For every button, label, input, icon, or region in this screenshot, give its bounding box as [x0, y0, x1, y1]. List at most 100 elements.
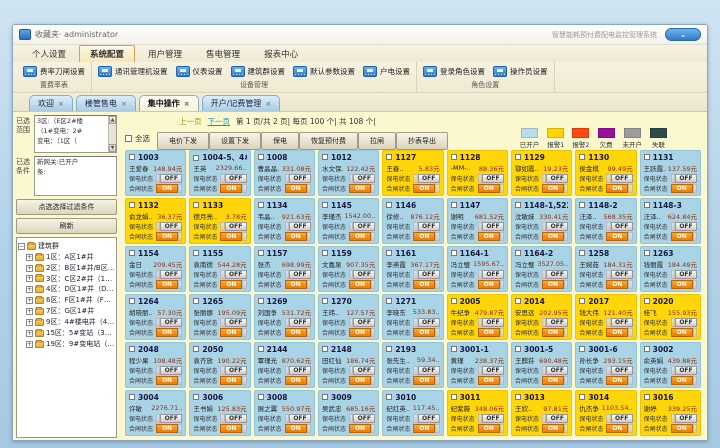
switch-on-button[interactable]: ON	[478, 184, 500, 193]
window-menu-button[interactable]: ⌄	[665, 28, 701, 41]
room-checkbox[interactable]	[258, 250, 264, 256]
expand-icon[interactable]: +	[26, 297, 33, 304]
protect-off-button[interactable]: OFF	[289, 366, 311, 375]
protect-off-button[interactable]: OFF	[675, 414, 697, 423]
expand-icon[interactable]: +	[26, 265, 33, 272]
tab-欢迎[interactable]: 欢迎×	[29, 95, 73, 111]
switch-on-button[interactable]: ON	[542, 424, 564, 433]
switch-on-button[interactable]: ON	[220, 184, 242, 193]
tab-楼管售电[interactable]: 楼管售电×	[76, 95, 136, 111]
collapse-icon[interactable]: −	[18, 243, 25, 250]
select-all-control[interactable]: 全选	[125, 133, 150, 144]
protect-off-button[interactable]: OFF	[482, 174, 504, 183]
switch-on-button[interactable]: ON	[671, 280, 693, 289]
ribbon-button-费率刀闸设置[interactable]: 费率刀闸设置	[23, 66, 85, 77]
protect-off-button[interactable]: OFF	[546, 414, 568, 423]
protect-off-button[interactable]: OFF	[160, 318, 182, 327]
room-checkbox[interactable]	[193, 298, 199, 304]
selected-criteria-listbox[interactable]: 新网关:已开户条:	[34, 156, 117, 196]
protect-off-button[interactable]: OFF	[611, 270, 633, 279]
tree-item[interactable]: +2区：B区1#井/B区1#井	[18, 263, 115, 274]
protect-off-button[interactable]: OFF	[225, 270, 247, 279]
switch-on-button[interactable]: ON	[542, 232, 564, 241]
switch-on-button[interactable]: ON	[606, 232, 628, 241]
switch-on-button[interactable]: ON	[478, 424, 500, 433]
protect-off-button[interactable]: OFF	[418, 222, 440, 231]
protect-off-button[interactable]: OFF	[482, 318, 504, 327]
protect-off-button[interactable]: OFF	[546, 270, 568, 279]
tab-close-icon[interactable]: ×	[58, 100, 64, 108]
room-checkbox[interactable]	[579, 250, 585, 256]
room-checkbox[interactable]	[515, 298, 521, 304]
room-checkbox[interactable]	[258, 394, 264, 400]
room-checkbox[interactable]	[451, 154, 457, 160]
room-checkbox[interactable]	[451, 202, 457, 208]
protect-off-button[interactable]: OFF	[160, 174, 182, 183]
room-checkbox[interactable]	[515, 154, 521, 160]
switch-on-button[interactable]: ON	[285, 184, 307, 193]
room-checkbox[interactable]	[644, 250, 650, 256]
protect-off-button[interactable]: OFF	[482, 366, 504, 375]
room-checkbox[interactable]	[193, 346, 199, 352]
switch-on-button[interactable]: ON	[671, 184, 693, 193]
switch-on-button[interactable]: ON	[606, 280, 628, 289]
switch-on-button[interactable]: ON	[606, 376, 628, 385]
protect-off-button[interactable]: OFF	[611, 318, 633, 327]
switch-on-button[interactable]: ON	[671, 424, 693, 433]
switch-on-button[interactable]: ON	[156, 232, 178, 241]
switch-on-button[interactable]: ON	[478, 232, 500, 241]
switch-on-button[interactable]: ON	[542, 376, 564, 385]
room-checkbox[interactable]	[386, 154, 392, 160]
switch-on-button[interactable]: ON	[478, 376, 500, 385]
protect-off-button[interactable]: OFF	[418, 174, 440, 183]
protect-off-button[interactable]: OFF	[675, 366, 697, 375]
protect-off-button[interactable]: OFF	[289, 414, 311, 423]
room-checkbox[interactable]	[386, 346, 392, 352]
room-checkbox[interactable]	[644, 298, 650, 304]
menu-item-售电管理[interactable]: 售电管理	[195, 45, 251, 62]
room-checkbox[interactable]	[386, 394, 392, 400]
tab-close-icon[interactable]: ×	[121, 100, 127, 108]
room-checkbox[interactable]	[451, 250, 457, 256]
expand-icon[interactable]: +	[26, 275, 33, 282]
tree-item[interactable]: +1区：A区1#井	[18, 252, 115, 263]
switch-on-button[interactable]: ON	[478, 328, 500, 337]
switch-on-button[interactable]: ON	[220, 280, 242, 289]
protect-off-button[interactable]: OFF	[418, 270, 440, 279]
ribbon-button-默认参数设置[interactable]: 默认参数设置	[293, 66, 355, 77]
room-checkbox[interactable]	[322, 250, 328, 256]
next-page-link[interactable]: 下一页	[208, 116, 231, 127]
room-checkbox[interactable]	[129, 250, 135, 256]
pick-filter-button[interactable]: 点选选择过滤条件	[16, 199, 117, 215]
tab-close-icon[interactable]: ×	[184, 100, 190, 108]
switch-on-button[interactable]: ON	[413, 184, 435, 193]
tree-item[interactable]: +9区：4#楼电井（4#楼	[18, 317, 115, 328]
room-checkbox[interactable]	[644, 346, 650, 352]
protect-off-button[interactable]: OFF	[225, 366, 247, 375]
expand-icon[interactable]: +	[26, 341, 33, 348]
switch-on-button[interactable]: ON	[542, 328, 564, 337]
tab-close-icon[interactable]: ×	[265, 100, 271, 108]
tree-item[interactable]: +6区：F区1#井（F区1#	[18, 295, 115, 306]
switch-on-button[interactable]: ON	[413, 232, 435, 241]
room-checkbox[interactable]	[515, 202, 521, 208]
room-checkbox[interactable]	[129, 154, 135, 160]
switch-on-button[interactable]: ON	[671, 232, 693, 241]
room-checkbox[interactable]	[258, 202, 264, 208]
protect-off-button[interactable]: OFF	[353, 222, 375, 231]
switch-on-button[interactable]: ON	[156, 280, 178, 289]
room-checkbox[interactable]	[515, 346, 521, 352]
switch-on-button[interactable]: ON	[285, 232, 307, 241]
room-checkbox[interactable]	[451, 298, 457, 304]
switch-on-button[interactable]: ON	[349, 232, 371, 241]
tree-item[interactable]: +19区：9#变电站（2#	[18, 339, 115, 350]
protect-off-button[interactable]: OFF	[353, 414, 375, 423]
protect-off-button[interactable]: OFF	[289, 222, 311, 231]
room-checkbox[interactable]	[129, 202, 135, 208]
protect-off-button[interactable]: OFF	[546, 318, 568, 327]
action-button-恢复预付费[interactable]: 恢复预付费	[299, 132, 358, 150]
switch-on-button[interactable]: ON	[220, 232, 242, 241]
room-checkbox[interactable]	[193, 202, 199, 208]
ribbon-button-建筑群设置[interactable]: 建筑群设置	[231, 66, 286, 77]
protect-off-button[interactable]: OFF	[675, 318, 697, 327]
